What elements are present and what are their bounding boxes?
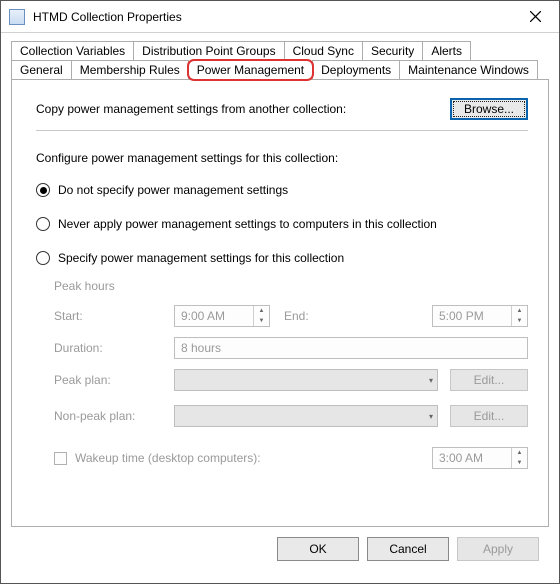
close-button[interactable] [513,2,557,32]
end-time-value: 5:00 PM [433,309,511,323]
apply-button[interactable]: Apply [457,537,539,561]
tab-security[interactable]: Security [362,41,423,60]
browse-button[interactable]: Browse... [450,98,528,120]
spinner-arrows: ▲▼ [511,448,527,468]
wakeup-time-spinner[interactable]: 3:00 AM ▲▼ [432,447,528,469]
dialog-window: HTMD Collection Properties Collection Va… [0,0,560,584]
spinner-arrows: ▲▼ [253,306,269,326]
radio-do-not-specify[interactable]: Do not specify power management settings [36,183,528,197]
dialog-footer: OK Cancel Apply [11,527,549,573]
configure-label: Configure power management settings for … [36,151,528,165]
separator [36,130,528,131]
peak-hours-header: Peak hours [54,279,528,293]
start-time-spinner[interactable]: 9:00 AM ▲▼ [174,305,270,327]
wakeup-label: Wakeup time (desktop computers): [75,451,432,465]
nonpeak-plan-label: Non-peak plan: [54,409,174,423]
chevron-down-icon: ▾ [429,376,433,385]
window-title: HTMD Collection Properties [33,10,513,24]
nonpeak-plan-edit-button[interactable]: Edit... [450,405,528,427]
tab-deployments[interactable]: Deployments [312,60,400,79]
radio-specify[interactable]: Specify power management settings for th… [36,251,528,265]
wakeup-checkbox[interactable] [54,452,67,465]
radio-label: Specify power management settings for th… [58,251,344,265]
spinner-arrows: ▲▼ [511,306,527,326]
radio-never-apply[interactable]: Never apply power management settings to… [36,217,528,231]
wakeup-time-value: 3:00 AM [433,451,511,465]
cancel-button[interactable]: Cancel [367,537,449,561]
radio-icon [36,217,50,231]
titlebar: HTMD Collection Properties [1,1,559,33]
copy-settings-label: Copy power management settings from anot… [36,102,450,116]
peak-plan-combo[interactable]: ▾ [174,369,438,391]
radio-icon [36,251,50,265]
peak-plan-edit-button[interactable]: Edit... [450,369,528,391]
peak-hours-group: Peak hours Start: 9:00 AM ▲▼ End: 5:00 P… [54,279,528,469]
client-area: Collection Variables Distribution Point … [1,33,559,583]
tab-membership-rules[interactable]: Membership Rules [71,60,189,79]
tab-distribution-point-groups[interactable]: Distribution Point Groups [133,41,284,60]
tab-alerts[interactable]: Alerts [422,41,471,60]
app-icon [9,9,25,25]
nonpeak-plan-combo[interactable]: ▾ [174,405,438,427]
tab-maintenance-windows[interactable]: Maintenance Windows [399,60,538,79]
radio-label: Do not specify power management settings [58,183,288,197]
radio-label: Never apply power management settings to… [58,217,437,231]
chevron-down-icon: ▾ [429,412,433,421]
end-label: End: [270,309,316,323]
tab-strip: Collection Variables Distribution Point … [11,41,549,79]
start-time-value: 9:00 AM [175,309,253,323]
tab-collection-variables[interactable]: Collection Variables [11,41,134,60]
tab-page-power-management: Copy power management settings from anot… [11,79,549,527]
tab-power-management[interactable]: Power Management [188,60,313,80]
ok-button[interactable]: OK [277,537,359,561]
radio-icon [36,183,50,197]
tab-general[interactable]: General [11,60,72,79]
close-icon [530,11,541,22]
tab-cloud-sync[interactable]: Cloud Sync [284,41,363,60]
start-label: Start: [54,309,174,323]
duration-field: 8 hours [174,337,528,359]
end-time-spinner[interactable]: 5:00 PM ▲▼ [432,305,528,327]
peak-plan-label: Peak plan: [54,373,174,387]
duration-value: 8 hours [181,341,221,355]
duration-label: Duration: [54,341,174,355]
